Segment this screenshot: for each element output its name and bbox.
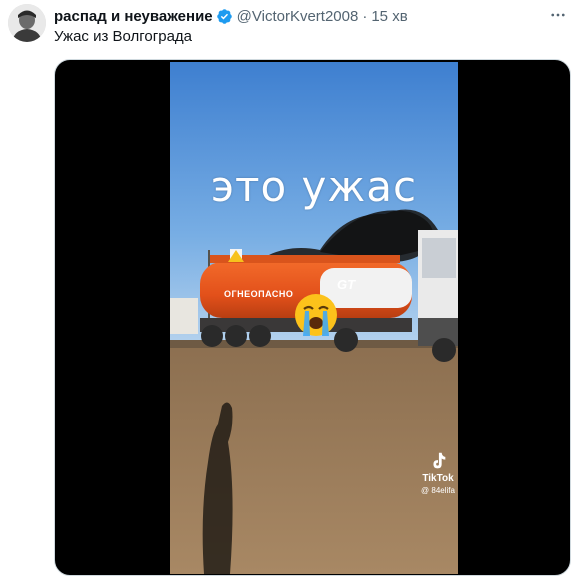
avatar[interactable]: [8, 4, 46, 42]
display-name[interactable]: распад и неуважение: [54, 8, 213, 25]
tanker-logo-text: GT: [337, 277, 356, 292]
timestamp[interactable]: 15 хв: [371, 8, 407, 25]
tiktok-username: @ 84elifa: [421, 486, 455, 495]
video-frame: это ужас ОГНЕОПАСНО GT TikTok @ 84elifa: [170, 62, 458, 574]
tweet-text: Ужас из Волгограда: [54, 28, 193, 45]
more-options-button[interactable]: [547, 4, 569, 26]
tanker-warning-text: ОГНЕОПАСНО: [224, 289, 294, 299]
tweet-header: распад и неуважение @VictorKvert2008 · 1…: [54, 6, 408, 26]
avatar-image: [8, 4, 46, 42]
tiktok-watermark: TikTok @ 84elifa: [413, 450, 458, 495]
tweet: распад и неуважение @VictorKvert2008 · 1…: [0, 0, 581, 580]
video-player[interactable]: это ужас ОГНЕОПАСНО GT TikTok @ 84elifa: [54, 59, 571, 576]
separator-dot: ·: [362, 7, 368, 25]
loudly-crying-face-icon: [295, 294, 337, 336]
handle[interactable]: @VictorKvert2008: [237, 8, 359, 25]
more-options-icon: [551, 13, 565, 17]
verified-badge-icon: [216, 8, 232, 24]
tiktok-label: TikTok: [422, 473, 454, 484]
video-overlay-caption: это ужас: [210, 162, 418, 211]
tiktok-logo-icon: [433, 452, 446, 469]
